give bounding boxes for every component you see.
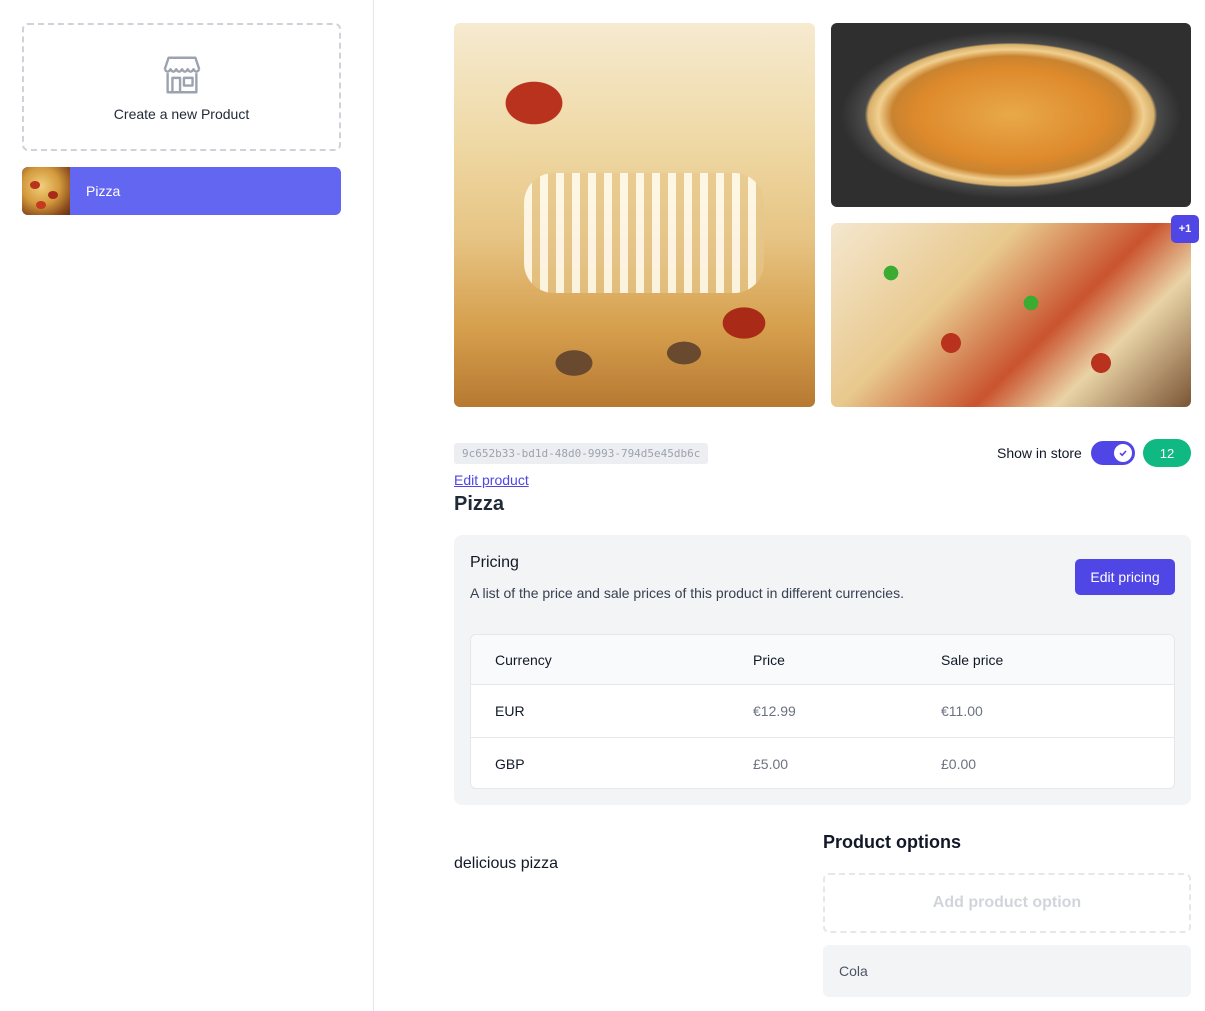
table-header: Currency Price Sale price [471,635,1174,684]
check-icon [1119,450,1127,457]
currency-cell: EUR [495,703,525,719]
storefront-icon [163,56,200,94]
sidebar: Create a new Product Pizza [0,0,374,1011]
show-in-store-label: Show in store [997,445,1082,461]
show-in-store-toggle[interactable] [1091,441,1135,465]
currency-cell: GBP [495,756,525,772]
pricing-title: Pricing [470,554,519,571]
product-title: Pizza [454,493,505,515]
pricing-panel: Pricing A list of the price and sale pri… [454,535,1191,805]
product-options-title: Product options [823,832,961,852]
sidebar-product-name: Pizza [86,183,121,199]
table-row: GBP £5.00 £0.00 [471,737,1174,788]
add-product-option-button[interactable]: Add product option [823,873,1191,933]
sale-price-cell: £0.00 [941,756,977,772]
create-product-label: Create a new Product [113,106,250,122]
create-product-button[interactable]: Create a new Product [22,23,341,151]
product-image-2[interactable] [831,23,1191,207]
product-image-3[interactable] [831,223,1191,407]
price-cell: €12.99 [753,703,796,719]
pricing-table: Currency Price Sale price EUR €12.99 €11… [470,634,1175,789]
table-row: EUR €12.99 €11.00 [471,684,1174,737]
stock-count-badge: 12 [1143,439,1191,467]
column-header-price: Price [753,651,785,668]
product-description: delicious pizza [454,855,559,872]
edit-pricing-button[interactable]: Edit pricing [1075,559,1175,595]
product-thumbnail [22,167,70,215]
column-header-currency: Currency [495,651,552,668]
product-option-item[interactable]: Cola [823,945,1191,997]
sidebar-product-pizza[interactable]: Pizza [22,167,341,215]
column-header-sale-price: Sale price [941,651,1004,668]
toggle-knob [1114,444,1132,462]
more-images-badge[interactable]: +1 [1171,215,1199,243]
product-id-badge: 9c652b33-bd1d-48d0-9993-794d5e45db6c [454,443,709,464]
edit-product-link[interactable]: Edit product [454,472,529,488]
product-image-main[interactable] [454,23,815,407]
pricing-description: A list of the price and sale prices of t… [470,585,904,601]
sale-price-cell: €11.00 [941,703,983,719]
price-cell: £5.00 [753,756,789,772]
